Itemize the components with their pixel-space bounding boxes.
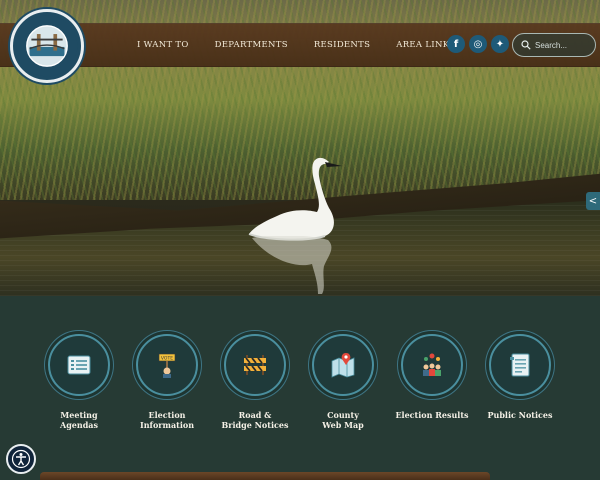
quick-link-election-results[interactable]: Election Results bbox=[387, 334, 477, 420]
road-barrier-icon bbox=[244, 355, 266, 375]
search-box bbox=[512, 33, 596, 57]
svg-text:VOTE: VOTE bbox=[161, 356, 173, 362]
instagram-icon[interactable]: ◎ bbox=[469, 35, 487, 53]
swan-image bbox=[248, 157, 342, 241]
map-pin-icon bbox=[331, 353, 355, 378]
twitter-icon[interactable]: ✦ bbox=[491, 35, 509, 53]
quick-link-county-web-map[interactable]: County Web Map bbox=[298, 334, 388, 430]
people-results-icon bbox=[423, 353, 441, 376]
quick-link-label: County Web Map bbox=[322, 410, 364, 430]
quick-link-label: Election Results bbox=[395, 410, 469, 420]
social-links: f ◎ ✦ bbox=[447, 35, 509, 53]
quick-link-label: Road & Bridge Notices bbox=[221, 410, 289, 430]
vote-sign-icon: VOTE bbox=[158, 353, 176, 378]
quick-links-section: Meeting Agendas VOTE Election Informatio… bbox=[0, 296, 600, 480]
accessibility-icon bbox=[11, 449, 31, 469]
nav-departments[interactable]: DEPARTMENTS bbox=[202, 40, 301, 50]
quick-link-meeting-agendas[interactable]: Meeting Agendas bbox=[34, 334, 124, 430]
share-tab[interactable]: < bbox=[586, 192, 600, 210]
swan-reflection bbox=[252, 236, 332, 294]
quick-link-road-bridge-notices[interactable]: Road & Bridge Notices bbox=[210, 334, 300, 430]
county-seal-icon bbox=[16, 15, 78, 77]
quick-link-label: Election Information bbox=[139, 410, 195, 430]
quick-link-label: Meeting Agendas bbox=[60, 410, 98, 430]
nav-i-want-to[interactable]: I WANT TO bbox=[124, 40, 202, 50]
share-icon: < bbox=[588, 195, 598, 207]
facebook-icon[interactable]: f bbox=[447, 35, 465, 53]
main-navigation: I WANT TO DEPARTMENTS RESIDENTS AREA LIN… bbox=[124, 23, 468, 67]
bottom-wood-strip bbox=[40, 472, 490, 480]
search-icon[interactable] bbox=[521, 40, 531, 50]
quick-link-election-information[interactable]: VOTE Election Information bbox=[122, 334, 212, 430]
nav-residents[interactable]: RESIDENTS bbox=[301, 40, 383, 50]
agenda-list-icon bbox=[67, 355, 91, 375]
search-input[interactable] bbox=[535, 40, 595, 50]
notice-document-icon bbox=[510, 353, 530, 377]
quick-link-label: Public Notices bbox=[487, 410, 553, 420]
accessibility-button[interactable] bbox=[6, 444, 36, 474]
county-logo[interactable] bbox=[10, 9, 84, 83]
quick-link-public-notices[interactable]: Public Notices bbox=[475, 334, 565, 420]
